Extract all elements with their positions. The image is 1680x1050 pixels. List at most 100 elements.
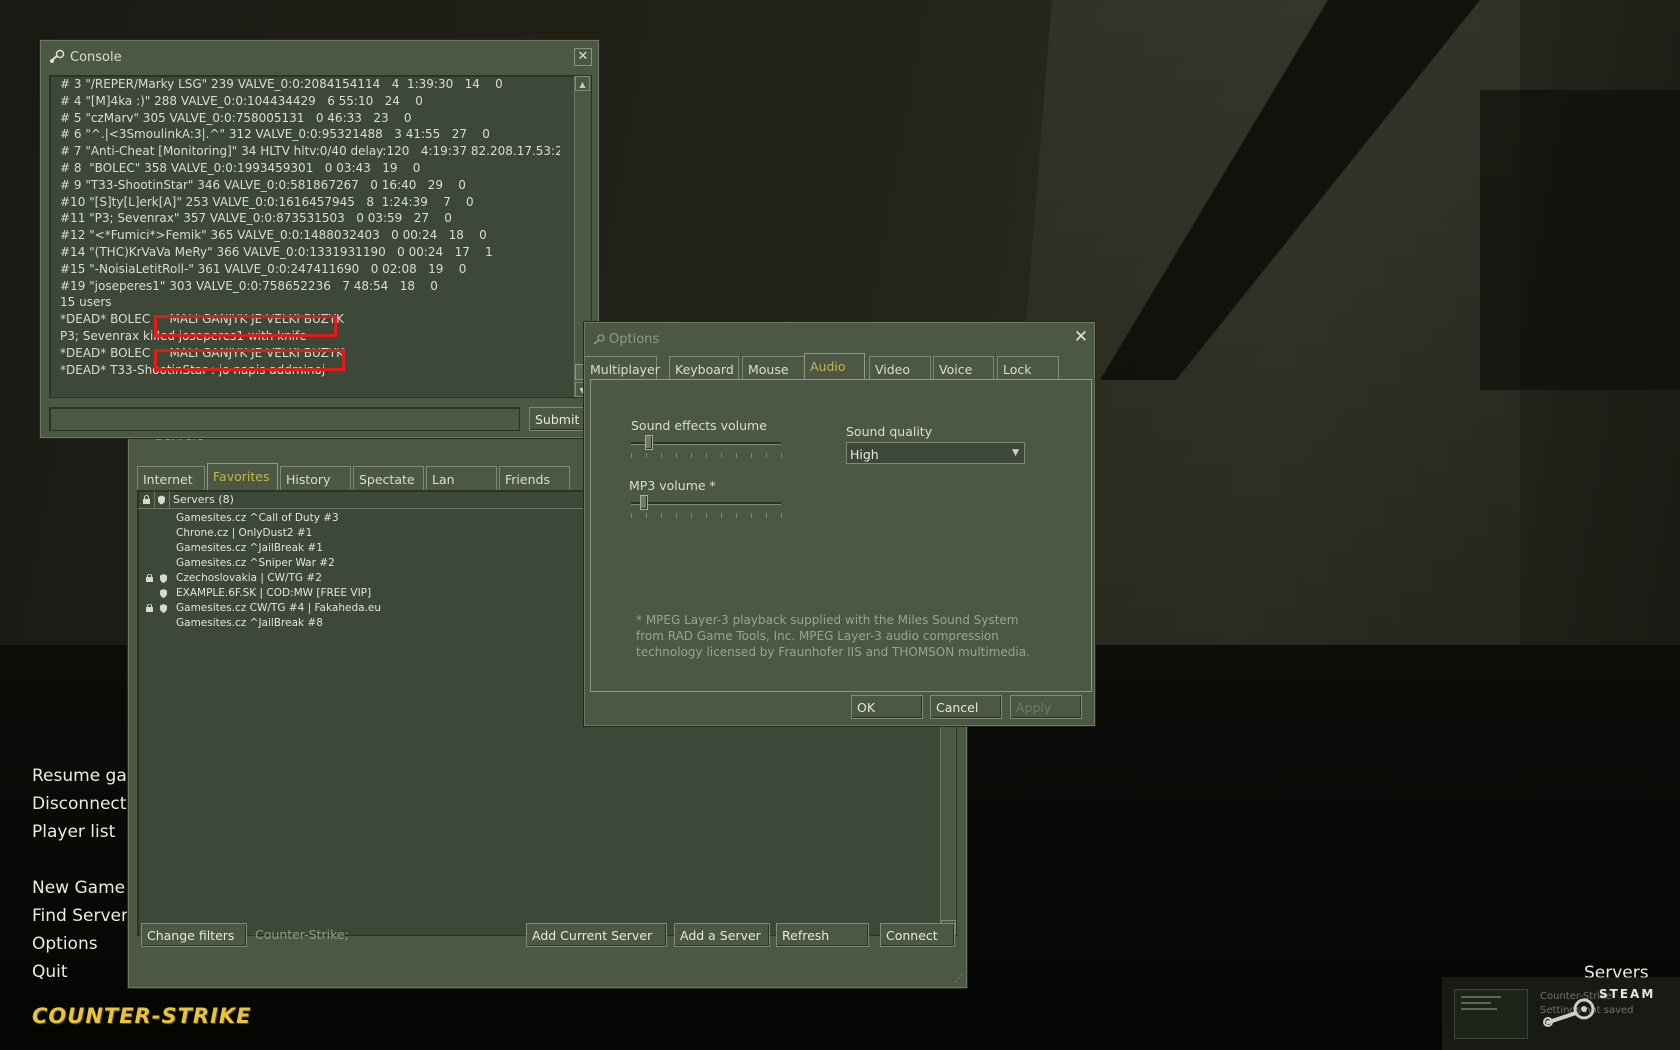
slider-tick <box>631 513 632 518</box>
server-name: Chrone.cz | OnlyDust2 #1 <box>176 527 313 539</box>
highlight-box <box>154 315 337 337</box>
mp3-footnote: * MPEG Layer-3 playback supplied with th… <box>636 613 1030 659</box>
tab-favorites[interactable]: Favorites <box>207 463 278 490</box>
server-name: EXAMPLE.6F.SK | COD:MW [FREE VIP] <box>176 587 372 599</box>
console-line: # 6 "^.|<3SmoulinkA:3|.^" 312 VALVE_0:0:… <box>60 127 490 142</box>
steam-notification: Counter-Strike Settings not saved STEAM <box>1442 977 1680 1050</box>
steam-icon <box>50 49 65 63</box>
server-name: Gamesites.cz ^Call of Duty #3 <box>176 512 339 524</box>
console-titlebar[interactable]: Console <box>41 41 598 73</box>
menu-find-servers[interactable]: Find Servers <box>32 906 137 926</box>
slider-tick <box>781 453 782 458</box>
slider-tick <box>646 513 647 518</box>
slider-tick <box>706 453 707 458</box>
refresh-button[interactable]: Refresh <box>776 923 869 947</box>
slider-tick <box>661 453 662 458</box>
lock-icon <box>146 604 153 612</box>
console-line: #14 "(THC)KrVaVa MeRy" 366 VALVE_0:0:133… <box>60 244 493 259</box>
console-input[interactable] <box>49 407 520 431</box>
lock-icon <box>146 574 153 582</box>
tab-audio[interactable]: Audio <box>804 353 865 380</box>
steam-icon <box>593 333 605 345</box>
console-line: 15 users <box>60 295 112 310</box>
change-filters-button[interactable]: Change filters <box>141 923 247 947</box>
menu-player-list[interactable]: Player list <box>32 822 115 842</box>
menu-new-game[interactable]: New Game <box>32 878 125 898</box>
slider-tick <box>751 453 752 458</box>
tab-spectate[interactable]: Spectate <box>353 466 424 490</box>
console-close-icon[interactable]: ✕ <box>574 48 592 66</box>
sound-quality-label: Sound quality <box>846 424 933 439</box>
chevron-down-icon[interactable]: ▼ <box>1012 448 1019 458</box>
sound-quality-dropdown[interactable]: High ▼ <box>846 442 1025 464</box>
tab-voice[interactable]: Voice <box>933 356 994 380</box>
scroll-up-icon[interactable]: ▲ <box>575 76 590 91</box>
secure-column-icon[interactable] <box>157 495 166 505</box>
console-line: # 5 "czMarv" 305 VALVE_0:0:758005131 0 4… <box>60 110 412 125</box>
slider-tick <box>781 513 782 518</box>
sound-effects-label: Sound effects volume <box>631 418 767 433</box>
tab-keyboard[interactable]: Keyboard <box>669 356 739 380</box>
options-close-icon[interactable]: ✕ <box>1072 329 1090 347</box>
filter-summary: Counter-Strike; <box>255 927 349 942</box>
ok-button[interactable]: OK <box>851 695 923 719</box>
sound-effects-slider-thumb[interactable] <box>645 435 654 450</box>
server-name: Gamesites.cz ^JailBreak #1 <box>176 542 323 554</box>
tab-mouse[interactable]: Mouse <box>742 356 805 380</box>
tab-lan[interactable]: Lan <box>426 466 497 490</box>
mp3-volume-label: MP3 volume * <box>629 478 716 493</box>
console-line: #11 "P3; Sevenrax" 357 VALVE_0:0:8735315… <box>60 211 452 226</box>
lock-column-icon[interactable] <box>142 495 151 505</box>
servers-count-header[interactable]: Servers (8) <box>173 493 234 506</box>
tab-history[interactable]: History <box>280 466 351 490</box>
console-line: # 9 "T33-ShootinStar" 346 VALVE_0:0:5818… <box>60 177 466 192</box>
slider-tick <box>631 453 632 458</box>
mp3-volume-slider-thumb[interactable] <box>639 495 648 510</box>
steam-logo-icon <box>1543 998 1595 1027</box>
slider-tick <box>721 453 722 458</box>
console-title: Console <box>70 49 122 65</box>
tab-multiplayer[interactable]: Multiplayer <box>585 356 660 380</box>
slider-tick <box>676 453 677 458</box>
menu-disconnect[interactable]: Disconnect <box>32 794 126 814</box>
tab-internet[interactable]: Internet <box>137 466 205 490</box>
console-output: # 3 "/REPER/Marky LSG" 239 VALVE_0:0:208… <box>49 75 592 398</box>
mp3-volume-slider[interactable] <box>631 495 782 523</box>
server-thumbnail <box>1454 989 1528 1039</box>
cancel-button[interactable]: Cancel <box>930 695 1002 719</box>
shield-icon <box>160 589 167 598</box>
apply-button[interactable]: Apply <box>1010 695 1082 719</box>
tab-lock[interactable]: Lock <box>997 356 1059 380</box>
options-title: Options <box>609 332 660 347</box>
server-name: Czechoslovakia | CW/TG #2 <box>176 572 322 584</box>
steam-brand: STEAM <box>1599 987 1656 1001</box>
server-name: Gamesites.cz ^JailBreak #8 <box>176 617 323 629</box>
counter-strike-logo: COUNTER-STRIKE <box>32 1004 252 1028</box>
slider-tick <box>751 513 752 518</box>
submit-button[interactable]: Submit <box>529 407 591 431</box>
add-current-server-button[interactable]: Add Current Server <box>526 923 667 947</box>
slider-tick <box>691 453 692 458</box>
sound-quality-value: High <box>850 447 879 462</box>
slider-tick <box>706 513 707 518</box>
add-server-button[interactable]: Add a Server <box>674 923 770 947</box>
slider-ticks <box>631 453 782 459</box>
console-line: #10 "[S]ty[L]erk[A]" 253 VALVE_0:0:16164… <box>60 194 474 209</box>
sound-effects-slider[interactable] <box>631 435 782 463</box>
console-line: # 4 "[M]4ka :)" 288 VALVE_0:0:104434429 … <box>60 93 423 108</box>
tab-video[interactable]: Video <box>869 356 931 380</box>
console-line: #19 "joseperes1" 303 VALVE_0:0:758652236… <box>60 278 438 293</box>
options-titlebar[interactable]: Options <box>593 332 659 347</box>
slider-tick <box>646 453 647 458</box>
menu-options[interactable]: Options <box>32 934 98 954</box>
menu-quit[interactable]: Quit <box>32 962 68 982</box>
tab-friends[interactable]: Friends <box>499 466 570 490</box>
shield-icon <box>160 604 167 613</box>
slider-ticks <box>631 513 782 519</box>
connect-button[interactable]: Connect <box>880 923 955 947</box>
resize-grip-icon[interactable]: ⋰ <box>954 975 963 984</box>
slider-tick <box>736 453 737 458</box>
console-line: # 7 "Anti-Cheat [Monitoring]" 34 HLTV hl… <box>60 144 560 159</box>
slider-tick <box>691 513 692 518</box>
console-line: # 3 "/REPER/Marky LSG" 239 VALVE_0:0:208… <box>60 77 503 91</box>
